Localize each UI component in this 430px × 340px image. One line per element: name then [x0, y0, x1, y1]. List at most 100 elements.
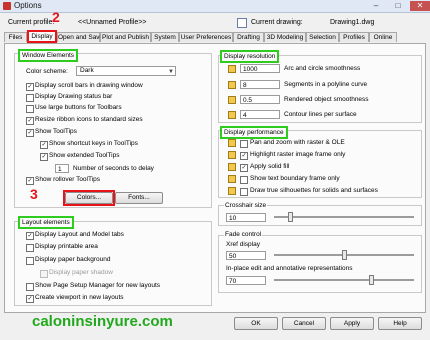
- raster-frame-label: Highlight raster image frame only: [250, 151, 346, 158]
- tab-strip: Files Display Open and Save Plot and Pub…: [4, 30, 426, 43]
- rendered-smoothness-label: Rendered object smoothness: [284, 96, 369, 103]
- color-scheme-value: Dark: [80, 67, 94, 74]
- step-2-annotation: 2: [52, 9, 60, 25]
- silhouettes-label: Draw true silhouettes for solids and sur…: [250, 187, 378, 194]
- help-button[interactable]: Help: [378, 317, 422, 330]
- solid-fill-icon: [228, 163, 236, 171]
- inplace-edit-label: In-place edit and annotative representat…: [226, 265, 353, 272]
- page-setup-manager-checkbox[interactable]: [26, 283, 34, 291]
- apply-button[interactable]: Apply: [330, 317, 374, 330]
- rendered-smoothness-input[interactable]: 0.5: [240, 95, 280, 104]
- step-3-annotation: 3: [30, 186, 38, 202]
- close-button[interactable]: ✕: [410, 1, 430, 11]
- fonts-button[interactable]: Fonts...: [115, 192, 163, 204]
- contour-lines-input[interactable]: 4: [240, 110, 280, 119]
- tooltip-delay-input[interactable]: 1: [55, 164, 69, 173]
- xref-display-slider[interactable]: [274, 250, 414, 260]
- arc-smoothness-icon: [228, 65, 236, 73]
- crosshair-slider[interactable]: [274, 212, 414, 222]
- maximize-button[interactable]: □: [388, 1, 408, 11]
- large-buttons-checkbox[interactable]: [26, 105, 34, 113]
- window-title: Options: [14, 1, 42, 10]
- create-viewport-checkbox[interactable]: ✓: [26, 295, 34, 303]
- tab-display[interactable]: Display: [27, 30, 57, 43]
- raster-frame-checkbox[interactable]: ✓: [240, 152, 248, 160]
- color-scheme-label: Color scheme:: [26, 68, 68, 75]
- status-bar-label: Display Drawing status bar: [35, 93, 113, 100]
- scroll-bars-label: Display scroll bars in drawing window: [35, 82, 143, 89]
- polyline-segments-input[interactable]: 8: [240, 80, 280, 89]
- colors-button[interactable]: Colors...: [65, 192, 113, 204]
- paper-background-label: Display paper background: [35, 256, 111, 263]
- rollover-tooltips-checkbox[interactable]: ✓: [26, 177, 34, 185]
- ribbon-icons-checkbox[interactable]: ✓: [26, 117, 34, 125]
- arc-smoothness-input[interactable]: 1000: [240, 64, 280, 73]
- app-icon: [3, 2, 11, 10]
- layout-model-tabs-checkbox[interactable]: ✓: [26, 232, 34, 240]
- color-scheme-select[interactable]: Dark ▼: [76, 66, 176, 76]
- ribbon-icons-label: Resize ribbon icons to standard sizes: [35, 116, 143, 123]
- tab-selection[interactable]: Selection: [306, 32, 339, 42]
- solid-fill-checkbox[interactable]: ✓: [240, 164, 248, 172]
- text-boundary-checkbox[interactable]: [240, 176, 248, 184]
- tab-user-preferences[interactable]: User Preferences: [179, 32, 233, 42]
- current-profile-value: <<Unnamed Profile>>: [78, 19, 147, 26]
- scroll-bars-checkbox[interactable]: ✓: [26, 83, 34, 91]
- xref-display-slider-thumb[interactable]: [342, 250, 347, 260]
- printable-area-checkbox[interactable]: [26, 244, 34, 252]
- drawing-icon: [237, 18, 247, 28]
- status-bar-checkbox[interactable]: [26, 94, 34, 102]
- tab-open-and-save[interactable]: Open and Save: [57, 32, 103, 42]
- inplace-edit-input[interactable]: 70: [226, 276, 266, 285]
- inplace-edit-slider-thumb[interactable]: [369, 275, 374, 285]
- tab-online[interactable]: Online: [369, 32, 397, 42]
- silhouettes-icon: [228, 187, 236, 195]
- pan-zoom-checkbox[interactable]: [240, 140, 248, 148]
- crosshair-input[interactable]: 10: [226, 213, 266, 222]
- ok-button[interactable]: OK: [234, 317, 278, 330]
- show-tooltips-checkbox[interactable]: ✓: [26, 129, 34, 137]
- paper-background-checkbox[interactable]: [26, 257, 34, 265]
- polyline-segments-icon: [228, 81, 236, 89]
- tab-files[interactable]: Files: [4, 32, 27, 42]
- solid-fill-label: Apply solid fill: [250, 163, 290, 170]
- tab-3d-modeling[interactable]: 3D Modeling: [264, 32, 306, 42]
- pan-zoom-icon: [228, 139, 236, 147]
- tab-drafting[interactable]: Drafting: [233, 32, 264, 42]
- printable-area-label: Display printable area: [35, 243, 98, 250]
- xref-display-label: Xref display: [226, 241, 260, 248]
- chevron-down-icon: ▼: [168, 69, 174, 75]
- inplace-edit-slider[interactable]: [274, 275, 414, 285]
- minimize-button[interactable]: –: [366, 1, 386, 11]
- page-setup-manager-label: Show Page Setup Manager for new layouts: [35, 282, 161, 289]
- create-viewport-label: Create viewport in new layouts: [35, 294, 124, 301]
- shortcut-keys-checkbox[interactable]: ✓: [40, 141, 48, 149]
- xref-display-input[interactable]: 50: [226, 251, 266, 260]
- window-elements-title: Window Elements: [18, 49, 79, 62]
- crosshair-label: Crosshair size: [224, 201, 268, 210]
- paper-shadow-checkbox[interactable]: [40, 270, 48, 278]
- tab-plot-and-publish[interactable]: Plot and Publish: [100, 32, 151, 42]
- display-resolution-title: Display resolution: [220, 50, 280, 63]
- extended-tooltips-checkbox[interactable]: ✓: [40, 153, 48, 161]
- layout-elements-title: Layout elements: [18, 216, 74, 229]
- arc-smoothness-label: Arc and circle smoothness: [284, 65, 361, 72]
- cancel-button[interactable]: Cancel: [282, 317, 326, 330]
- tab-profiles[interactable]: Profiles: [339, 32, 369, 42]
- show-tooltips-label: Show ToolTips: [35, 128, 77, 135]
- inplace-edit-slider-track: [274, 279, 414, 281]
- current-drawing-label: Current drawing:: [251, 19, 303, 26]
- layout-model-tabs-label: Display Layout and Model tabs: [35, 231, 124, 238]
- tooltip-delay-label: Number of seconds to delay: [73, 165, 154, 172]
- silhouettes-checkbox[interactable]: [240, 188, 248, 196]
- rollover-tooltips-label: Show rollover ToolTips: [35, 176, 101, 183]
- contour-lines-label: Contour lines per surface: [284, 111, 357, 118]
- current-profile-label: Current profile:: [8, 19, 55, 26]
- crosshair-slider-thumb[interactable]: [288, 212, 293, 222]
- contour-lines-icon: [228, 111, 236, 119]
- fade-control-title: Fade control: [224, 230, 263, 239]
- pan-zoom-label: Pan and zoom with raster & OLE: [250, 139, 345, 146]
- tab-system[interactable]: System: [151, 32, 179, 42]
- rendered-smoothness-icon: [228, 96, 236, 104]
- large-buttons-label: Use large buttons for Toolbars: [35, 104, 122, 111]
